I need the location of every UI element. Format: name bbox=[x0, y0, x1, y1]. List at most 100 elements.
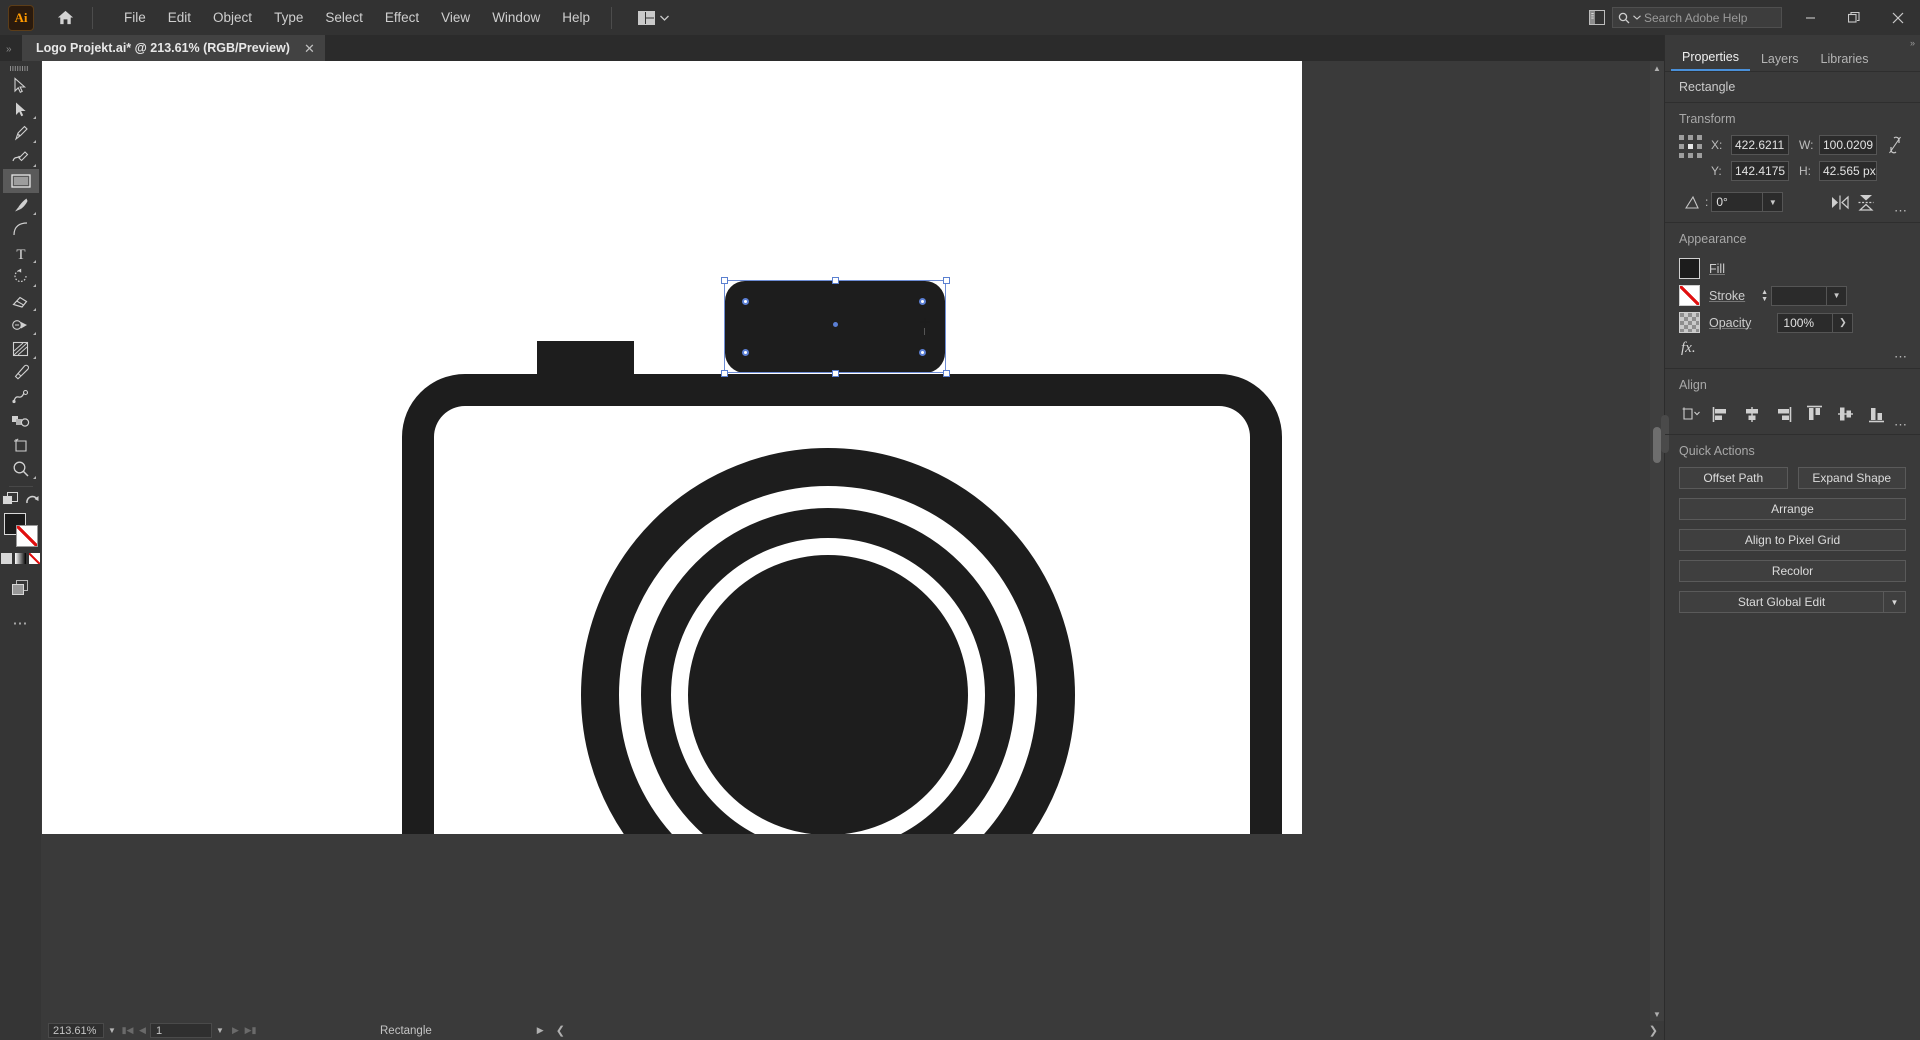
search-input[interactable]: Search Adobe Help bbox=[1612, 7, 1782, 28]
recolor-button[interactable]: Recolor bbox=[1679, 560, 1906, 582]
paintbrush-tool[interactable] bbox=[3, 193, 39, 217]
opacity-swatch-icon[interactable] bbox=[1679, 312, 1700, 333]
restore-button[interactable] bbox=[1832, 0, 1876, 35]
eraser-tool[interactable] bbox=[3, 289, 39, 313]
tab-layers[interactable]: Layers bbox=[1750, 48, 1810, 71]
minimize-button[interactable] bbox=[1788, 0, 1832, 35]
arrange-button[interactable]: Arrange bbox=[1679, 498, 1906, 520]
appearance-more-options-icon[interactable]: ⋯ bbox=[1894, 350, 1908, 363]
chevron-up-icon[interactable]: ▲ bbox=[1650, 61, 1664, 75]
chevron-double-right-icon[interactable]: » bbox=[0, 44, 22, 61]
play-icon[interactable]: ▶ bbox=[537, 1025, 544, 1036]
stroke-weight-input[interactable] bbox=[1771, 285, 1828, 306]
chevron-right-icon[interactable]: ❯ bbox=[1649, 1024, 1658, 1037]
corner-radius-widget-tr[interactable] bbox=[919, 298, 926, 305]
menu-file[interactable]: File bbox=[113, 5, 157, 30]
stroke-swatch-button[interactable] bbox=[1679, 285, 1700, 306]
global-edit-chevron-down-icon[interactable]: ▼ bbox=[1884, 591, 1906, 613]
vertical-scrollbar[interactable]: ▲ ▼ bbox=[1650, 61, 1664, 1021]
opacity-input[interactable]: 100% bbox=[1777, 312, 1834, 333]
next-page-icon[interactable]: ▶ bbox=[228, 1025, 243, 1036]
align-to-pixel-grid-button[interactable]: Align to Pixel Grid bbox=[1679, 529, 1906, 551]
tab-properties[interactable]: Properties bbox=[1671, 46, 1750, 71]
h-input[interactable]: 42.565 px bbox=[1819, 161, 1877, 181]
corner-radius-widget-br[interactable] bbox=[919, 349, 926, 356]
swap-fill-stroke-icon[interactable] bbox=[25, 493, 40, 510]
prev-page-icon[interactable]: ◀ bbox=[135, 1025, 150, 1036]
align-bottom-icon[interactable] bbox=[1865, 403, 1887, 425]
page-chevron-down-icon[interactable]: ▼ bbox=[212, 1026, 228, 1035]
opacity-chevron-right-icon[interactable]: ❯ bbox=[1833, 312, 1854, 333]
arc-tool[interactable] bbox=[3, 217, 39, 241]
eyedropper-tool[interactable] bbox=[3, 361, 39, 385]
direct-selection-tool[interactable] bbox=[3, 97, 39, 121]
color-swatch-icon[interactable] bbox=[1, 553, 12, 564]
chevron-left-icon[interactable]: ❮ bbox=[556, 1024, 565, 1037]
page-number-input[interactable]: 1 bbox=[150, 1023, 212, 1038]
menu-view[interactable]: View bbox=[430, 5, 481, 30]
chevron-double-right-icon[interactable]: » bbox=[1910, 38, 1915, 48]
flip-horizontal-icon[interactable] bbox=[1827, 191, 1853, 213]
offset-path-button[interactable]: Offset Path bbox=[1679, 467, 1788, 489]
align-vertical-center-icon[interactable] bbox=[1834, 403, 1856, 425]
y-input[interactable]: 142.4175 p bbox=[1731, 161, 1789, 181]
zoom-chevron-down-icon[interactable]: ▼ bbox=[104, 1026, 120, 1035]
pen-tool[interactable] bbox=[3, 121, 39, 145]
angle-chevron-down-icon[interactable]: ▼ bbox=[1763, 192, 1784, 212]
transform-more-options-icon[interactable]: ⋯ bbox=[1894, 204, 1908, 217]
selection-handle-tl[interactable] bbox=[721, 277, 728, 284]
first-page-icon[interactable]: ▮◀ bbox=[120, 1025, 135, 1036]
reference-point-grid[interactable] bbox=[1679, 135, 1705, 161]
blend-tool[interactable] bbox=[3, 385, 39, 409]
expand-shape-button[interactable]: Expand Shape bbox=[1797, 467, 1906, 489]
document-tab[interactable]: Logo Projekt.ai* @ 213.61% (RGB/Preview)… bbox=[22, 35, 326, 61]
tab-libraries[interactable]: Libraries bbox=[1810, 48, 1880, 71]
flip-vertical-icon[interactable] bbox=[1853, 191, 1879, 213]
gradient-tool[interactable] bbox=[3, 337, 39, 361]
menu-select[interactable]: Select bbox=[314, 5, 374, 30]
stroke-weight-stepper[interactable]: ▲ ▼ bbox=[1758, 286, 1771, 306]
x-input[interactable]: 422.6211 p bbox=[1731, 135, 1789, 155]
stroke-swatch-none[interactable] bbox=[15, 525, 38, 547]
selection-tool[interactable] bbox=[3, 73, 39, 97]
rectangle-tool[interactable] bbox=[2, 169, 39, 193]
none-swatch-icon[interactable] bbox=[29, 553, 40, 564]
align-to-selection-icon[interactable] bbox=[1679, 403, 1701, 425]
selection-bounding-box[interactable] bbox=[721, 277, 950, 377]
toolbar-grip[interactable] bbox=[6, 64, 36, 73]
align-right-icon[interactable] bbox=[1772, 403, 1794, 425]
screen-mode-icon[interactable] bbox=[1, 492, 19, 511]
menu-window[interactable]: Window bbox=[481, 5, 551, 30]
selection-handle-bc[interactable] bbox=[832, 370, 839, 377]
corner-radius-widget-bl[interactable] bbox=[742, 349, 749, 356]
chevron-down-icon[interactable]: ▼ bbox=[1650, 1007, 1664, 1021]
fx-button[interactable]: fx. bbox=[1679, 336, 1906, 359]
close-button[interactable] bbox=[1876, 0, 1920, 35]
angle-input[interactable]: 0° bbox=[1711, 192, 1764, 212]
menu-type[interactable]: Type bbox=[263, 5, 314, 30]
menu-help[interactable]: Help bbox=[551, 5, 601, 30]
align-top-icon[interactable] bbox=[1803, 403, 1825, 425]
arrange-documents-button[interactable] bbox=[630, 7, 677, 29]
stroke-chevron-down-icon[interactable]: ▼ bbox=[1827, 285, 1848, 306]
type-tool[interactable]: T bbox=[3, 241, 39, 265]
zoom-level-input[interactable]: 213.61% bbox=[48, 1023, 104, 1038]
panel-layout-icon[interactable] bbox=[1582, 5, 1612, 31]
fill-stroke-swatches[interactable] bbox=[3, 513, 38, 547]
menu-object[interactable]: Object bbox=[202, 5, 263, 30]
menu-effect[interactable]: Effect bbox=[374, 5, 430, 30]
artboard-tool[interactable] bbox=[3, 433, 39, 457]
symbol-sprayer-tool[interactable] bbox=[3, 409, 39, 433]
selection-handle-br[interactable] bbox=[943, 370, 950, 377]
vertical-scroll-thumb[interactable] bbox=[1653, 427, 1661, 463]
home-icon[interactable] bbox=[48, 1, 82, 35]
last-page-icon[interactable]: ▶▮ bbox=[243, 1025, 258, 1036]
w-input[interactable]: 100.0209 p bbox=[1819, 135, 1877, 155]
curvature-tool[interactable] bbox=[3, 145, 39, 169]
rotate-tool[interactable] bbox=[3, 265, 39, 289]
close-icon[interactable]: ✕ bbox=[304, 42, 315, 55]
start-global-edit-button[interactable]: Start Global Edit bbox=[1679, 591, 1884, 613]
drawing-mode-icon[interactable] bbox=[3, 576, 39, 600]
align-left-icon[interactable] bbox=[1710, 403, 1732, 425]
selection-handle-bl[interactable] bbox=[721, 370, 728, 377]
